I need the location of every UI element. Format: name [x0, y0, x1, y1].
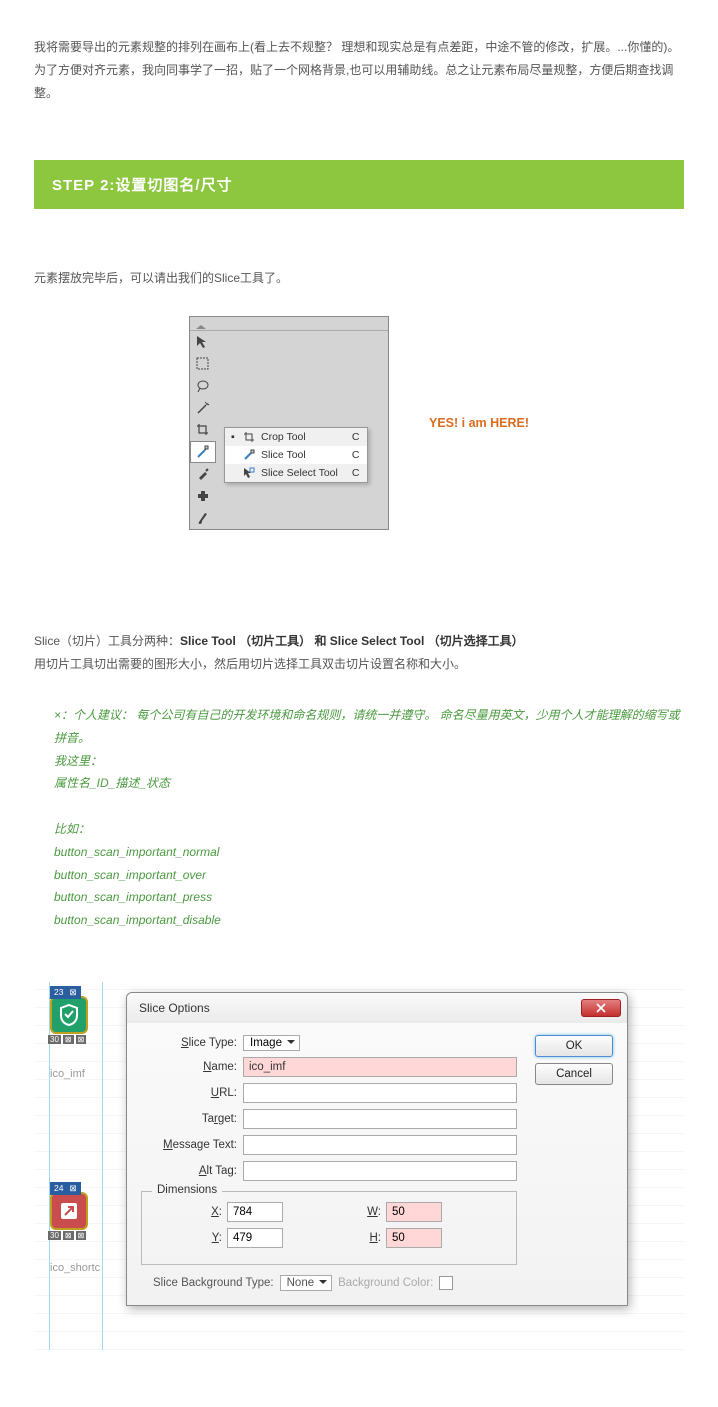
brush-tool-icon[interactable]	[190, 507, 216, 529]
chevron-down-icon	[287, 1040, 295, 1045]
alt-input[interactable]	[243, 1161, 517, 1181]
slice-label-shortc: ico_shortc	[50, 1262, 100, 1274]
slice-type-label: Slice Type:	[141, 1037, 237, 1049]
after-layout-text: 元素摆放完毕后，可以请出我们的Slice工具了。	[34, 269, 684, 286]
dialog-titlebar[interactable]: Slice Options	[127, 993, 627, 1023]
eyedropper-tool-icon[interactable]	[190, 463, 216, 485]
flyout-label: Crop Tool	[261, 431, 338, 443]
slice-icon-shortc[interactable]: 24⊠ 30⊠⊠	[50, 1192, 88, 1230]
flyout-slice-select-tool[interactable]: Slice Select Tool C	[225, 464, 367, 482]
ok-button[interactable]: OK	[535, 1035, 613, 1057]
flyout-label: Slice Tool	[261, 449, 338, 461]
marquee-tool-icon[interactable]	[190, 353, 216, 375]
crop-tool-icon	[241, 430, 257, 444]
url-input[interactable]	[243, 1083, 517, 1103]
slice-icon-imf[interactable]: 23⊠ 30⊠⊠	[50, 996, 88, 1034]
intro-paragraph: 我将需要导出的元素规整的排列在画布上(看上去不规整？ 理想和现实总是有点差距，中…	[34, 36, 684, 104]
slice-tool-icon[interactable]	[190, 441, 216, 463]
w-input[interactable]	[386, 1202, 442, 1222]
x-input[interactable]	[227, 1202, 283, 1222]
toolbar-grip[interactable]	[190, 317, 388, 331]
message-label: Message Text:	[141, 1139, 237, 1151]
healing-tool-icon[interactable]	[190, 485, 216, 507]
target-input[interactable]	[243, 1109, 517, 1129]
photoshop-toolbar: ▪ Crop Tool C Slice Tool C Slice Select …	[189, 316, 389, 530]
step-banner: STEP 2:设置切图名/尺寸	[34, 160, 684, 209]
dimensions-fieldset: Dimensions X: W:	[141, 1191, 517, 1265]
x-label: X:	[154, 1206, 222, 1218]
crop-tool-icon[interactable]	[190, 419, 216, 441]
message-input[interactable]	[243, 1135, 517, 1155]
flyout-shortcut: C	[352, 449, 360, 461]
slice-options-dialog: Slice Options Slice Type: Image Name	[126, 992, 628, 1306]
tool-flyout-menu: ▪ Crop Tool C Slice Tool C Slice Select …	[224, 427, 368, 483]
definition-text: Slice（切片）工具分两种：Slice Tool （切片工具） 和 Slice…	[34, 630, 684, 676]
bg-type-select[interactable]: None	[280, 1275, 333, 1291]
tip-block: ×：个人建议： 每个公司有自己的开发环境和命名规则，请统一并遵守。 命名尽量用英…	[34, 704, 684, 932]
cancel-button[interactable]: Cancel	[535, 1063, 613, 1085]
flyout-label: Slice Select Tool	[261, 467, 338, 479]
h-label: H:	[313, 1232, 381, 1244]
lasso-tool-icon[interactable]	[190, 375, 216, 397]
flyout-crop-tool[interactable]: ▪ Crop Tool C	[225, 428, 367, 446]
flyout-bullet: ▪	[231, 431, 237, 443]
bg-color-swatch[interactable]	[439, 1276, 453, 1290]
name-label: Name:	[141, 1061, 237, 1073]
screenshot-grid: 23⊠ 30⊠⊠ ico_imf 24⊠ 30⊠⊠ ico_shortc Sli…	[34, 982, 684, 1350]
h-input[interactable]	[386, 1228, 442, 1248]
slice-type-select[interactable]: Image	[243, 1035, 300, 1051]
slice-label-imf: ico_imf	[50, 1068, 85, 1080]
alt-label: Alt Tag:	[141, 1165, 237, 1177]
y-label: Y:	[154, 1232, 222, 1244]
flyout-shortcut: C	[352, 431, 360, 443]
name-input[interactable]	[243, 1057, 517, 1077]
dimensions-legend: Dimensions	[152, 1184, 222, 1196]
bg-type-label: Slice Background Type:	[153, 1277, 274, 1289]
flyout-slice-tool[interactable]: Slice Tool C	[225, 446, 367, 464]
shortcut-arrow-icon	[58, 1200, 80, 1222]
close-button[interactable]	[581, 999, 621, 1017]
url-label: URL:	[141, 1087, 237, 1099]
shield-icon	[57, 1003, 81, 1027]
move-tool-icon[interactable]	[190, 331, 216, 353]
w-label: W:	[313, 1206, 381, 1218]
slice-select-tool-icon	[241, 466, 257, 480]
bg-color-label: Background Color:	[338, 1277, 433, 1289]
dialog-title: Slice Options	[139, 1001, 210, 1015]
close-icon	[596, 1003, 606, 1013]
y-input[interactable]	[227, 1228, 283, 1248]
flyout-shortcut: C	[352, 467, 360, 479]
chevron-down-icon	[319, 1280, 327, 1285]
yes-callout: YES! i am HERE!	[429, 416, 529, 430]
wand-tool-icon[interactable]	[190, 397, 216, 419]
slice-tool-icon	[241, 448, 257, 462]
target-label: Target:	[141, 1113, 237, 1125]
